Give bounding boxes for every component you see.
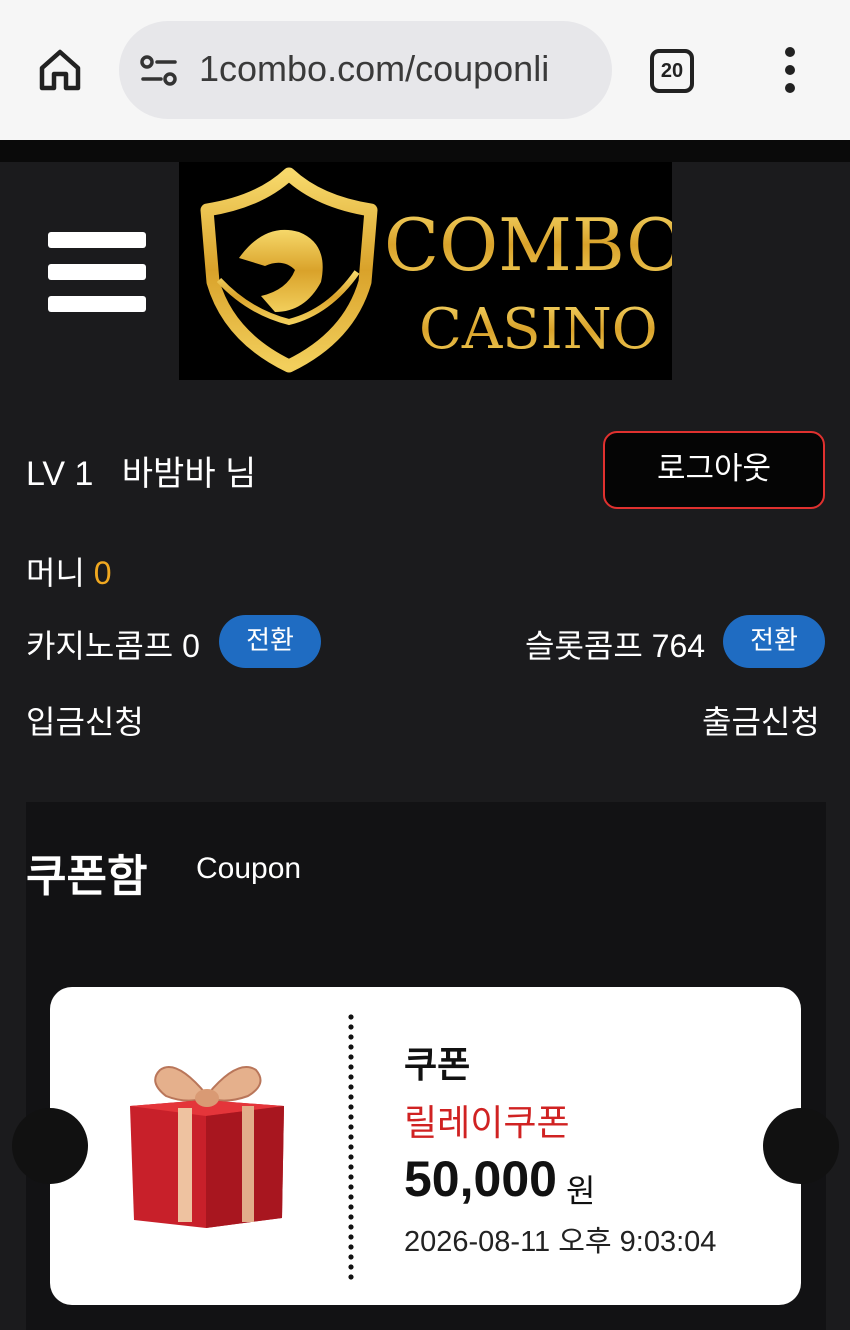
casino-comp-text: 카지노콤프 0 — [26, 628, 200, 664]
gift-box-icon — [126, 1058, 288, 1230]
coupon-amount: 50,000 — [404, 1151, 557, 1207]
withdraw-link[interactable]: 출금신청 — [702, 697, 820, 743]
logout-button[interactable]: 로그아웃 — [603, 431, 825, 509]
coupon-label: 쿠폰 — [404, 1045, 471, 1086]
logo-text-combo: COMBO — [384, 203, 672, 287]
coupon-currency-unit: 원 — [566, 1172, 596, 1210]
coupon-box-title: 쿠폰함 — [26, 851, 148, 902]
home-icon[interactable] — [34, 44, 86, 96]
browser-toolbar: 1combo.com/couponli 20 — [0, 0, 850, 140]
slot-comp-convert-button[interactable]: 전환 — [723, 615, 825, 668]
user-name: 바밤바 님 — [121, 455, 257, 493]
money-label: 머니 — [26, 555, 85, 591]
coupon-type: 릴레이쿠폰 — [404, 1103, 570, 1144]
deposit-link[interactable]: 입금신청 — [26, 697, 144, 743]
site-info-icon[interactable] — [139, 51, 179, 91]
coupon-box-subtitle: Coupon — [196, 852, 302, 885]
ticket-perforation — [348, 1012, 354, 1282]
ticket-notch-left — [12, 1108, 88, 1184]
tab-switcher-button[interactable]: 20 — [650, 49, 694, 93]
logo-text-casino: CASINO — [419, 297, 658, 362]
coupon-date: 2026-08-11 오후 9:03:04 — [404, 1226, 717, 1258]
more-menu-icon[interactable] — [775, 44, 805, 96]
combo-casino-logo[interactable]: COMBO CASINO — [179, 162, 685, 380]
user-level: LV 1 — [26, 455, 94, 493]
casino-comp-convert-button[interactable]: 전환 — [219, 615, 321, 668]
ticket-notch-right — [763, 1108, 839, 1184]
money-value: 0 — [93, 555, 112, 591]
url-text: 1combo.com/couponli — [199, 48, 550, 89]
hamburger-menu-icon[interactable] — [48, 232, 146, 314]
money-row: 머니 0 — [26, 548, 112, 594]
user-level-name: LV 1 바밤바 님 — [26, 446, 256, 495]
address-bar[interactable]: 1combo.com/couponli — [119, 21, 612, 119]
slot-comp-text: 슬롯콤프 764 — [525, 628, 706, 664]
header-strip — [0, 140, 850, 162]
